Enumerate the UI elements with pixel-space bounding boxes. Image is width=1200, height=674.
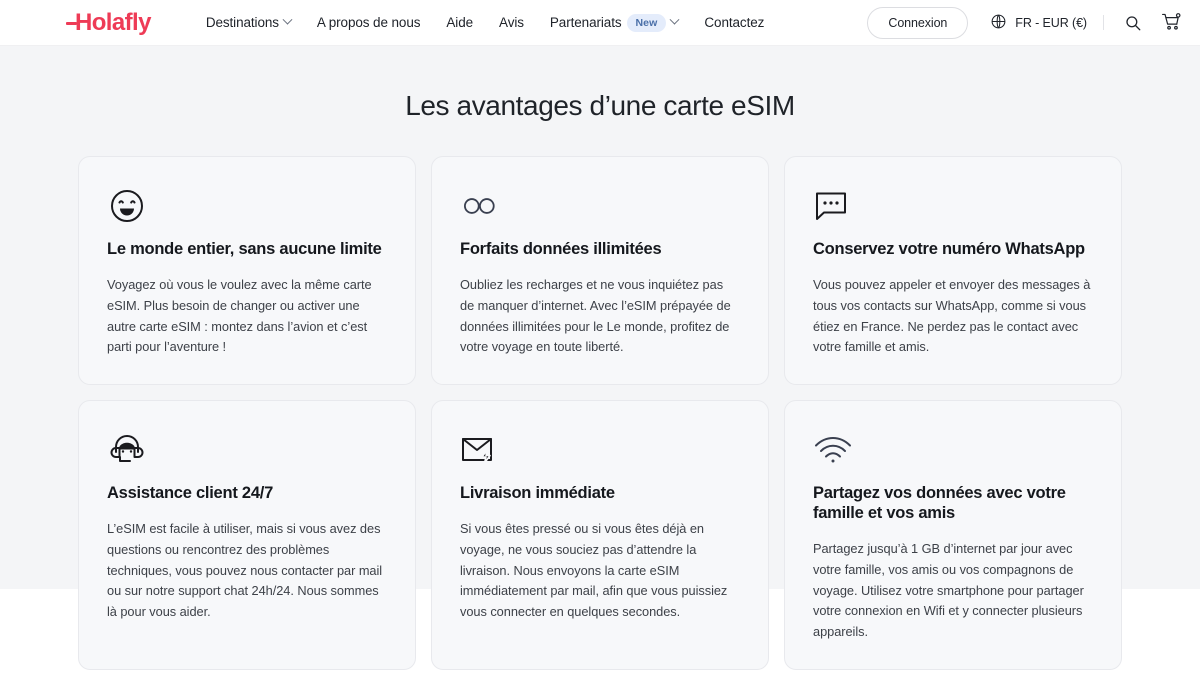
card-title: Partagez vos données avec votre famille … [813, 484, 1066, 523]
advantages-section: Les avantages d’une carte eSIM Le monde … [0, 46, 1200, 670]
card-title: Assistance client 24/7 [107, 484, 274, 502]
envelope-bolt-icon [460, 429, 740, 471]
infinity-icon [460, 185, 740, 227]
login-button[interactable]: Connexion [867, 6, 969, 39]
nav-label-avis: Avis [499, 15, 524, 30]
cart-icon[interactable] [1158, 10, 1184, 36]
chat-bubble-icon [813, 185, 1093, 227]
advantage-card: Livraison immédiate Si vous êtes pressé … [431, 400, 769, 670]
nav-item-partenariats[interactable]: Partenariats New [537, 8, 691, 38]
locale-selector[interactable]: FR - EUR (€) [990, 13, 1087, 33]
advantage-card: Assistance client 24/7 L’eSIM est facile… [78, 400, 416, 670]
card-title: Conservez votre numéro WhatsApp [813, 240, 1085, 258]
nav-label-partenariats: Partenariats [549, 15, 622, 30]
card-text: Partagez jusqu’à 1 GB d’internet par jou… [813, 541, 1084, 640]
nav-item-avis[interactable]: Avis [486, 9, 537, 36]
new-badge: New [626, 13, 667, 32]
locale-label: FR - EUR (€) [1015, 15, 1087, 30]
globe-icon [990, 13, 1007, 33]
card-text: Vous pouvez appeler et envoyer des messa… [813, 277, 1091, 355]
chevron-down-icon [669, 14, 680, 25]
chevron-down-icon [282, 14, 293, 25]
nav-label-a-propos-de-nous: A propos de nous [316, 15, 421, 30]
header-divider [1103, 15, 1104, 30]
nav-label-contactez: Contactez [704, 15, 765, 30]
holafly-logo[interactable]: Holafly [66, 8, 151, 36]
nav-item-contactez[interactable]: Contactez [691, 9, 777, 36]
nav-item-destinations[interactable]: Destinations [193, 9, 304, 36]
search-icon[interactable] [1120, 10, 1146, 36]
card-title: Le monde entier, sans aucune limite [107, 240, 382, 258]
nav-item-a-propos-de-nous[interactable]: A propos de nous [304, 9, 433, 36]
card-text: L’eSIM est facile à utiliser, mais si vo… [107, 521, 383, 619]
card-title: Livraison immédiate [460, 484, 615, 502]
site-header: Holafly Destinations A propos de nous Ai… [0, 0, 1200, 46]
headset-support-icon [107, 429, 387, 471]
nav-label-destinations: Destinations [205, 15, 279, 30]
advantage-card: Le monde entier, sans aucune limite Voya… [78, 156, 416, 385]
card-text: Oubliez les recharges et ne vous inquiét… [460, 277, 731, 355]
card-text: Si vous êtes pressé ou si vous êtes déjà… [460, 521, 728, 619]
main-navigation: Destinations A propos de nous Aide Avis … [193, 8, 777, 38]
advantage-card: Forfaits données illimitées Oubliez les … [431, 156, 769, 385]
card-text: Voyagez où vous le voulez avec la même c… [107, 277, 372, 355]
section-title: Les avantages d’une carte eSIM [405, 90, 795, 121]
nav-label-aide: Aide [446, 15, 474, 30]
nav-item-aide[interactable]: Aide [433, 9, 486, 36]
advantage-card: Partagez vos données avec votre famille … [784, 400, 1122, 670]
smiley-face-icon [107, 185, 387, 227]
logo-text: Holafly [75, 8, 151, 36]
header-actions: Connexion FR - EUR (€) [867, 6, 1184, 39]
card-title: Forfaits données illimitées [460, 240, 662, 258]
advantages-grid: Le monde entier, sans aucune limite Voya… [78, 156, 1122, 670]
wifi-icon [813, 429, 1093, 471]
advantage-card: Conservez votre numéro WhatsApp Vous pou… [784, 156, 1122, 385]
